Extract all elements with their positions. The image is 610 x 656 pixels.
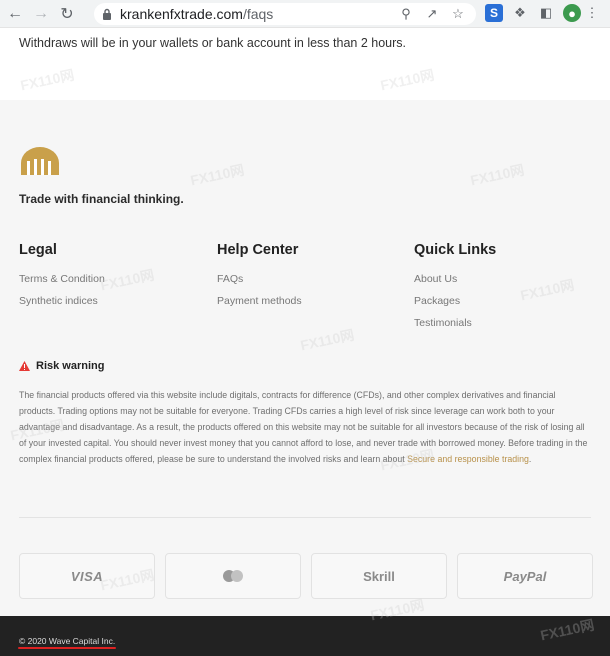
- responsible-trading-link[interactable]: Secure and responsible trading: [407, 454, 529, 464]
- help-center-heading: Help Center: [217, 242, 299, 258]
- mastercard-icon: [223, 570, 243, 582]
- reload-icon[interactable]: ↻: [56, 3, 78, 25]
- visa-logo: VISA: [19, 553, 155, 599]
- watermark: FX110网: [18, 66, 76, 94]
- quick-links-heading: Quick Links: [414, 242, 497, 258]
- faq-answer-text: Withdraws will be in your wallets or ban…: [19, 36, 406, 50]
- footer-link-synthetic-indices[interactable]: Synthetic indices: [19, 294, 105, 316]
- share-icon[interactable]: ↗: [424, 6, 440, 22]
- footer-quick-links-column: Quick Links About Us Packages Testimonia…: [414, 242, 496, 338]
- copyright-bar: © 2020 Wave Capital Inc.: [0, 616, 610, 656]
- footer-link-terms[interactable]: Terms & Condition: [19, 272, 105, 294]
- watermark: FX110网: [378, 66, 436, 94]
- mastercard-logo: [165, 553, 301, 599]
- extension-s-icon[interactable]: S: [485, 4, 503, 22]
- zoom-icon[interactable]: ⚲: [398, 6, 414, 22]
- side-panel-icon[interactable]: ◧: [537, 4, 555, 22]
- warning-icon: [19, 361, 30, 371]
- footer-divider: [19, 517, 591, 518]
- url-text: krankenfxtrade.com/faqs: [120, 6, 274, 22]
- skrill-logo: Skrill: [311, 553, 447, 599]
- lock-icon: [103, 8, 111, 20]
- footer-link-payment-methods[interactable]: Payment methods: [217, 294, 302, 316]
- browser-toolbar: ← → ↻ krankenfxtrade.com/faqs ⚲ ↗ ☆ S ❖ …: [0, 0, 610, 28]
- footer-link-faqs[interactable]: FAQs: [217, 272, 302, 294]
- footer-tagline: Trade with financial thinking.: [19, 192, 184, 206]
- paypal-logo: PayPal: [457, 553, 593, 599]
- payment-methods-row: VISA Skrill PayPal: [19, 553, 593, 599]
- footer-link-testimonials[interactable]: Testimonials: [414, 316, 496, 338]
- copyright-text: © 2020 Wave Capital Inc.: [19, 636, 116, 646]
- address-bar[interactable]: krankenfxtrade.com/faqs ⚲ ↗ ☆: [94, 3, 476, 25]
- legal-heading: Legal: [19, 242, 57, 258]
- footer-help-column: Help Center FAQs Payment methods: [217, 242, 302, 316]
- footer-link-about-us[interactable]: About Us: [414, 272, 496, 294]
- footer-legal-column: Legal Terms & Condition Synthetic indice…: [19, 242, 105, 316]
- risk-warning-heading: Risk warning: [19, 360, 104, 372]
- site-footer: Trade with financial thinking. Legal Ter…: [0, 100, 610, 616]
- puzzle-icon[interactable]: ❖: [511, 4, 529, 22]
- forward-icon[interactable]: →: [30, 3, 52, 25]
- red-annotation-underline: [18, 647, 116, 649]
- menu-kebab-icon[interactable]: ⋮: [586, 4, 599, 22]
- risk-warning-text: The financial products offered via this …: [19, 390, 588, 464]
- bookmark-star-icon[interactable]: ☆: [450, 6, 466, 22]
- footer-link-packages[interactable]: Packages: [414, 294, 496, 316]
- back-icon[interactable]: ←: [4, 3, 26, 25]
- profile-avatar-icon[interactable]: ●: [563, 4, 581, 22]
- brand-logo-icon[interactable]: [19, 147, 61, 177]
